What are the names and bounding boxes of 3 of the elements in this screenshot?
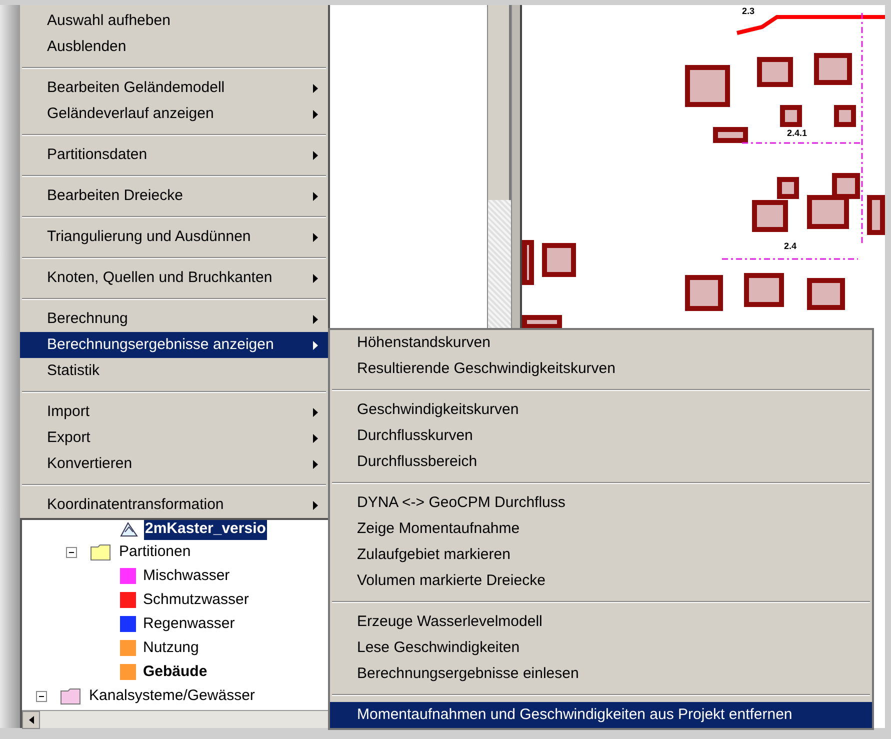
map-label: 2.4	[784, 240, 797, 253]
map-label: 2.3	[742, 5, 755, 18]
map-label: 2.4.1	[787, 127, 808, 140]
